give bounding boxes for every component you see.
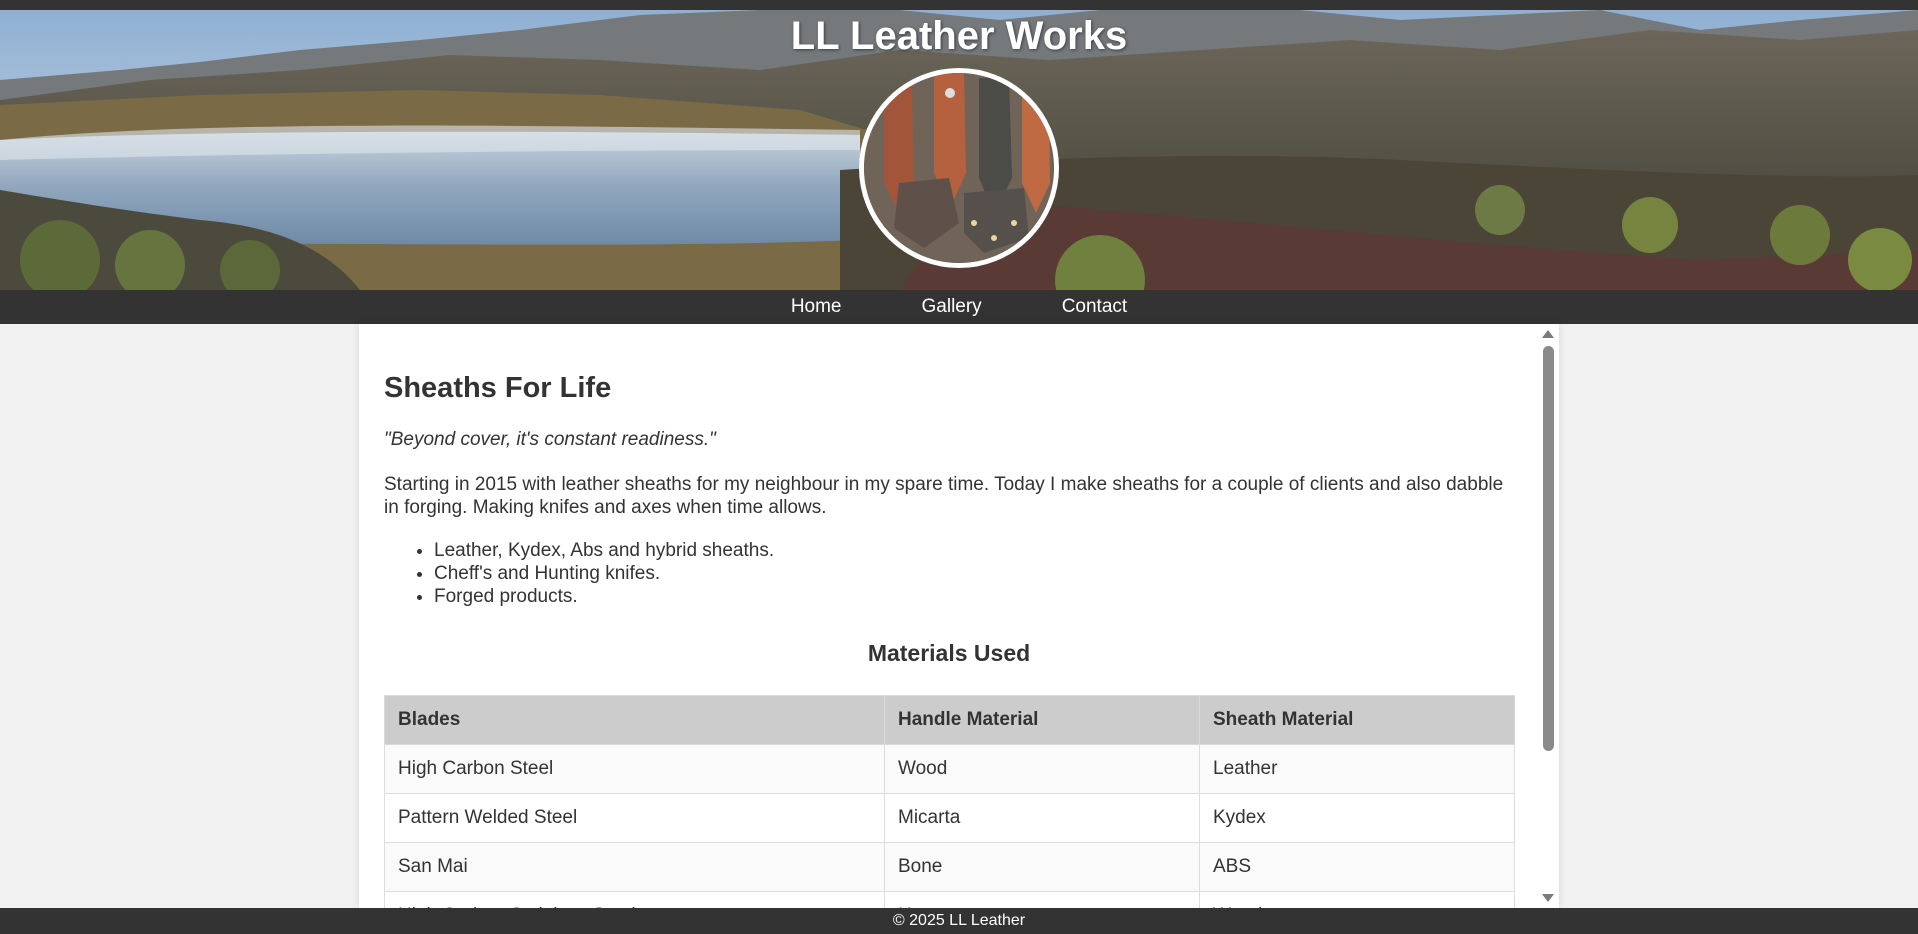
scroll-thumb[interactable] <box>1543 346 1554 751</box>
intro-paragraph: Starting in 2015 with leather sheaths fo… <box>384 474 1504 518</box>
main-content: Sheaths For Life "Beyond cover, it's con… <box>359 324 1559 908</box>
table-heading: Materials Used <box>867 640 1031 666</box>
column-header-handle: Handle Material <box>884 695 1200 745</box>
scroll-up-arrow-icon[interactable] <box>1542 330 1554 338</box>
column-header-sheath: Sheath Material <box>1199 695 1515 745</box>
column-header-blades: Blades <box>384 695 885 745</box>
table-row: High Carbon Stainless Steel Horn Wood <box>384 891 1515 908</box>
list-item: Forged products. <box>434 585 1514 608</box>
table-row: Pattern Welded Steel Micarta Kydex <box>384 793 1515 843</box>
header-banner: LL Leather Works <box>0 10 1918 290</box>
list-item: Leather, Kydex, Abs and hybrid sheaths. <box>434 539 1514 562</box>
table-cell: Wood <box>1199 891 1515 908</box>
scroll-down-arrow-icon[interactable] <box>1542 894 1554 902</box>
table-cell: ABS <box>1199 842 1515 892</box>
nav-gallery[interactable]: Gallery <box>922 296 982 318</box>
table-cell: Horn <box>884 891 1200 908</box>
materials-table: Blades Handle Material Sheath Material H… <box>384 695 1515 908</box>
table-cell: Leather <box>1199 744 1515 794</box>
nav-contact[interactable]: Contact <box>1062 296 1127 318</box>
nav-home[interactable]: Home <box>791 296 842 318</box>
table-row: San Mai Bone ABS <box>384 842 1515 892</box>
table-cell: Kydex <box>1199 793 1515 843</box>
content-body: Sheaths For Life "Beyond cover, it's con… <box>384 324 1515 908</box>
table-cell: Bone <box>884 842 1200 892</box>
table-row: High Carbon Steel Wood Leather <box>384 744 1515 794</box>
logo-image[interactable] <box>859 68 1059 268</box>
copyright-text: © 2025 LL Leather <box>892 912 1026 929</box>
site-title: LL Leather Works <box>790 14 1128 58</box>
main-nav: Home Gallery Contact <box>0 290 1918 324</box>
features-list: Leather, Kydex, Abs and hybrid sheaths. … <box>384 539 1514 608</box>
table-cell: Pattern Welded Steel <box>384 793 885 843</box>
scrollbar[interactable] <box>1537 324 1559 908</box>
table-cell: High Carbon Stainless Steel <box>384 891 885 908</box>
table-cell: San Mai <box>384 842 885 892</box>
list-item: Cheff's and Hunting knifes. <box>434 562 1514 585</box>
page-heading: Sheaths For Life <box>384 372 612 404</box>
footer: © 2025 LL Leather <box>0 908 1918 934</box>
knife-sheaths-photo <box>864 73 1054 263</box>
table-header-row: Blades Handle Material Sheath Material <box>384 695 1515 745</box>
table-cell: Wood <box>884 744 1200 794</box>
top-bar <box>0 0 1918 10</box>
table-cell: High Carbon Steel <box>384 744 885 794</box>
tagline: "Beyond cover, it's constant readiness." <box>384 429 716 450</box>
table-cell: Micarta <box>884 793 1200 843</box>
